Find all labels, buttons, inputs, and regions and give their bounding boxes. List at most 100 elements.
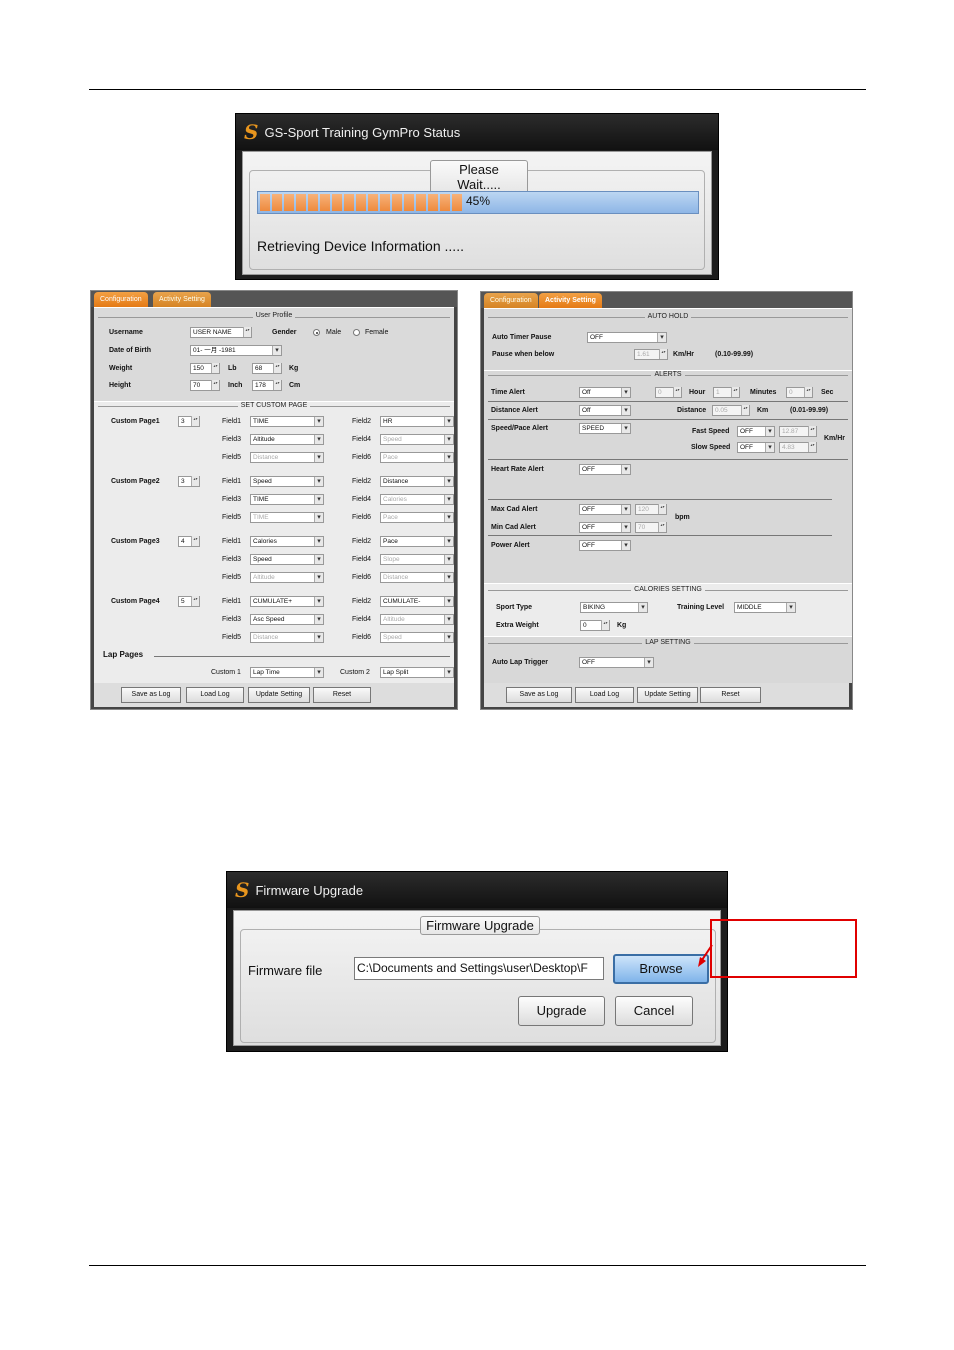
custom-page-count-stepper[interactable]: 5 bbox=[178, 596, 200, 607]
tab-activity-setting[interactable]: Activity Setting bbox=[539, 293, 602, 308]
field-select[interactable]: TIME bbox=[250, 416, 324, 427]
time-alert-select[interactable]: Off bbox=[579, 387, 631, 398]
field-select[interactable]: Altitude bbox=[380, 614, 454, 625]
field-select[interactable]: Altitude bbox=[250, 572, 324, 583]
sport-type-label: Sport Type bbox=[496, 604, 533, 611]
tab-activity-setting[interactable]: Activity Setting bbox=[153, 292, 211, 307]
slow-speed-stepper[interactable]: 4.83 bbox=[779, 442, 817, 453]
username-field[interactable]: USER NAME bbox=[190, 327, 252, 338]
reset-button[interactable]: Reset bbox=[700, 687, 761, 703]
firmware-title-bar[interactable]: S Firmware Upgrade bbox=[227, 872, 727, 908]
field-select[interactable]: Altitude bbox=[250, 434, 324, 445]
distance-alert-select[interactable]: Off bbox=[579, 405, 631, 416]
field-select[interactable]: HR bbox=[380, 416, 454, 427]
field-select[interactable]: Pace bbox=[380, 452, 454, 463]
field-select[interactable]: Distance bbox=[250, 632, 324, 643]
max-cad-alert-select[interactable]: OFF bbox=[579, 504, 631, 515]
auto-lap-trigger-select[interactable]: OFF bbox=[579, 657, 654, 668]
distance-sub-label: Distance bbox=[677, 407, 707, 414]
field-select[interactable]: Slope bbox=[380, 554, 454, 565]
weight-lb-stepper[interactable]: 150 bbox=[190, 363, 220, 374]
dob-picker[interactable]: 01- 一月 -1981 bbox=[190, 345, 282, 356]
custom-page-count-stepper[interactable]: 4 bbox=[178, 536, 200, 547]
min-cad-alert-select[interactable]: OFF bbox=[579, 522, 631, 533]
lap-setting-section: LAP SETTING Auto Lap Trigger OFF bbox=[484, 636, 852, 683]
firmware-file-label: Firmware file bbox=[248, 963, 323, 978]
field-select[interactable]: TIME bbox=[250, 494, 324, 505]
height-cm-stepper[interactable]: 178 bbox=[252, 380, 282, 391]
field-select[interactable]: CUMULATE+ bbox=[250, 596, 324, 607]
auto-timer-pause-label: Auto Timer Pause bbox=[492, 334, 552, 341]
save-as-log-button[interactable]: Save as Log bbox=[506, 687, 572, 703]
firmware-file-input[interactable]: C:\Documents and Settings\user\Desktop\F bbox=[354, 957, 604, 980]
tab-configuration[interactable]: Configuration bbox=[94, 292, 148, 307]
time-alert-minutes-label: Minutes bbox=[750, 389, 777, 396]
lap-setting-header: LAP SETTING bbox=[484, 639, 852, 646]
sport-type-select[interactable]: BIKING bbox=[580, 602, 648, 613]
load-log-button[interactable]: Load Log bbox=[186, 687, 244, 703]
firmware-client-area: Firmware Upgrade Firmware file C:\Docume… bbox=[233, 910, 721, 1046]
activity-button-bar: Save as Log Load Log Update Setting Rese… bbox=[484, 683, 849, 707]
header-rule bbox=[89, 89, 866, 90]
tab-configuration[interactable]: Configuration bbox=[484, 293, 538, 308]
lap-custom1-select[interactable]: Lap Time bbox=[250, 667, 324, 678]
firmware-window-title: Firmware Upgrade bbox=[255, 882, 364, 898]
field-select[interactable]: Distance bbox=[380, 476, 454, 487]
extra-weight-stepper[interactable]: 0 bbox=[580, 620, 610, 631]
field-select[interactable]: Speed bbox=[380, 632, 454, 643]
status-title-bar[interactable]: S GS-Sport Training GymPro Status bbox=[236, 114, 718, 150]
distance-alert-stepper[interactable]: 0.05 bbox=[712, 405, 750, 416]
field-select[interactable]: Speed bbox=[250, 554, 324, 565]
heart-rate-alert-select[interactable]: OFF bbox=[579, 464, 631, 475]
field-select[interactable]: Speed bbox=[250, 476, 324, 487]
pause-below-stepper[interactable]: 1.61 bbox=[634, 349, 668, 360]
dob-label: Date of Birth bbox=[109, 347, 151, 354]
weight-kg-stepper[interactable]: 68 bbox=[252, 363, 282, 374]
training-level-select[interactable]: MIDDLE bbox=[734, 602, 796, 613]
min-cad-stepper[interactable]: 70 bbox=[635, 522, 667, 533]
fast-speed-stepper[interactable]: 12.87 bbox=[779, 426, 817, 437]
custom-page-count-stepper[interactable]: 3 bbox=[178, 476, 200, 487]
field-select[interactable]: Calories bbox=[380, 494, 454, 505]
max-cad-stepper[interactable]: 120 bbox=[635, 504, 667, 515]
gender-male-radio[interactable] bbox=[313, 329, 320, 336]
time-alert-sec-stepper[interactable]: 0 bbox=[786, 387, 813, 398]
gender-female-radio[interactable] bbox=[353, 329, 360, 336]
activity-tab-strip: Configuration Activity Setting bbox=[481, 292, 852, 308]
field-select[interactable]: Distance bbox=[250, 452, 324, 463]
field-select[interactable]: Speed bbox=[380, 434, 454, 445]
field-label: Field1 bbox=[222, 538, 242, 545]
field-select[interactable]: Calories bbox=[250, 536, 324, 547]
reset-button[interactable]: Reset bbox=[313, 687, 371, 703]
field-label: Field1 bbox=[222, 598, 242, 605]
field-select[interactable]: Pace bbox=[380, 536, 454, 547]
slow-speed-label: Slow Speed bbox=[691, 444, 731, 451]
update-setting-button[interactable]: Update Setting bbox=[248, 687, 310, 703]
fast-speed-select[interactable]: OFF bbox=[737, 426, 775, 437]
time-alert-hour-stepper[interactable]: 0 bbox=[655, 387, 682, 398]
cancel-button[interactable]: Cancel bbox=[615, 996, 693, 1026]
time-alert-minutes-stepper[interactable]: 1 bbox=[713, 387, 740, 398]
height-inch-stepper[interactable]: 70 bbox=[190, 380, 220, 391]
field-select[interactable]: Distance bbox=[380, 572, 454, 583]
custom-page-count-stepper[interactable]: 3 bbox=[178, 416, 200, 427]
auto-timer-pause-select[interactable]: OFF bbox=[587, 332, 667, 343]
field-select[interactable]: Pace bbox=[380, 512, 454, 523]
save-as-log-button[interactable]: Save as Log bbox=[121, 687, 181, 703]
upgrade-button[interactable]: Upgrade bbox=[518, 996, 605, 1026]
slow-speed-select[interactable]: OFF bbox=[737, 442, 775, 453]
load-log-button[interactable]: Load Log bbox=[575, 687, 634, 703]
field-select[interactable]: CUMULATE- bbox=[380, 596, 454, 607]
status-progress-percent: 45% bbox=[465, 194, 491, 208]
distance-alert-label: Distance Alert bbox=[491, 407, 538, 414]
firmware-upgrade-window: S Firmware Upgrade Firmware Upgrade Firm… bbox=[226, 871, 728, 1052]
lap-custom2-select[interactable]: Lap Split bbox=[380, 667, 454, 678]
field-label: Field3 bbox=[222, 436, 242, 443]
config-body: User Profile Username USER NAME Gender M… bbox=[94, 307, 454, 683]
update-setting-button[interactable]: Update Setting bbox=[637, 687, 698, 703]
field-select[interactable]: TIME bbox=[250, 512, 324, 523]
field-label: Field5 bbox=[222, 454, 242, 461]
speed-pace-alert-select[interactable]: SPEED bbox=[579, 423, 631, 434]
field-select[interactable]: Asc Speed bbox=[250, 614, 324, 625]
power-alert-select[interactable]: OFF bbox=[579, 540, 631, 551]
